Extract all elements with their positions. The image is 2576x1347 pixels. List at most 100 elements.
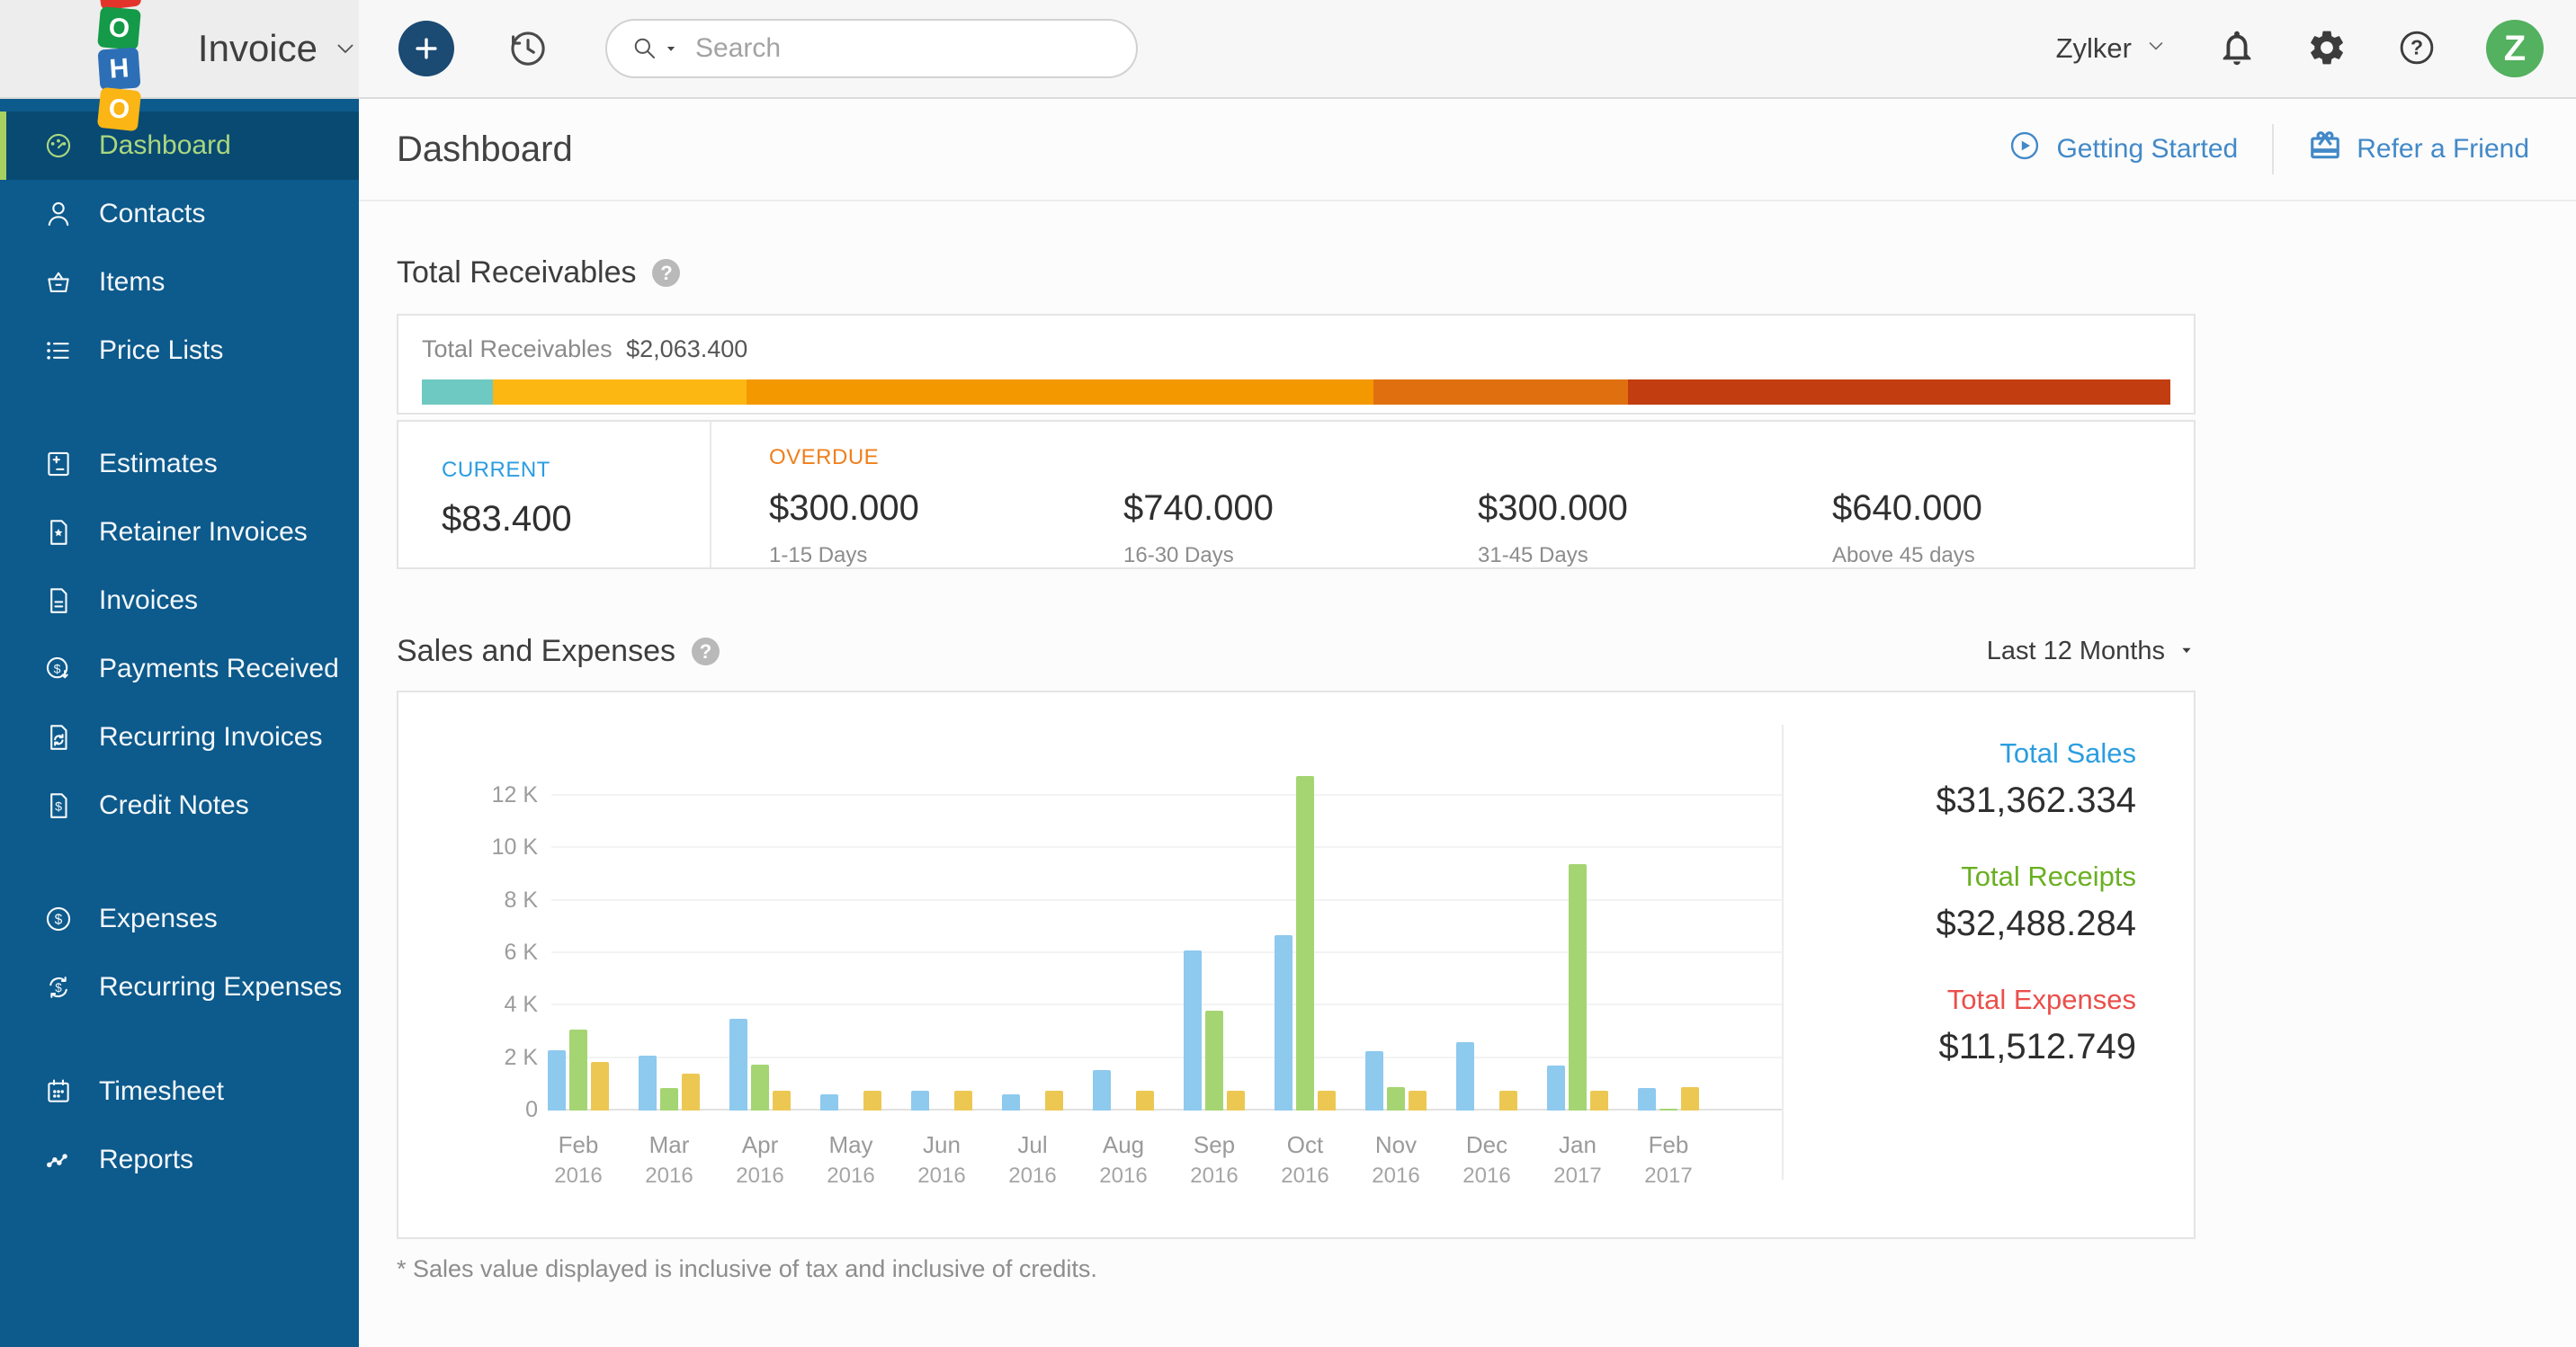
overdue-bucket: $300.0001-15 Days: [769, 488, 1123, 568]
sidebar-item-label: Reports: [99, 1145, 193, 1175]
quick-create-button[interactable]: [398, 21, 454, 76]
sidebar-item-payments-received[interactable]: $Payments Received: [0, 635, 359, 703]
expenses-bar: [682, 1074, 700, 1111]
recurring-expenses-icon: $: [43, 972, 74, 1003]
sales-bar: [1638, 1088, 1656, 1111]
y-axis-tick: 0: [407, 1097, 538, 1123]
current-label: CURRENT: [442, 458, 710, 483]
zoho-logo-tile: O: [97, 87, 141, 131]
sales-bar: [820, 1094, 838, 1111]
aging-segment-current: [422, 379, 493, 405]
expenses-bar: [1318, 1091, 1336, 1111]
sidebar-item-timesheet[interactable]: Timesheet: [0, 1057, 359, 1126]
aging-segment-overdue-31-45-days: [1373, 379, 1628, 405]
zoho-logo-tile: O: [97, 6, 141, 50]
total-label: Total Sales: [1740, 737, 2136, 770]
sidebar-item-retainer-invoices[interactable]: Retainer Invoices: [0, 498, 359, 566]
sales-bar: [548, 1050, 566, 1111]
caret-down-icon: [2178, 637, 2196, 666]
svg-text:$: $: [55, 981, 62, 995]
sidebar-item-expenses[interactable]: $Expenses: [0, 885, 359, 953]
overdue-buckets: $300.0001-15 Days$740.00016-30 Days$300.…: [769, 488, 2194, 568]
search-icon[interactable]: [631, 34, 659, 63]
sales-bar: [1365, 1051, 1383, 1111]
expenses-bar: [1409, 1091, 1427, 1111]
total-amount: $31,362.334: [1740, 781, 2136, 821]
zoho-logo-tile: H: [97, 47, 140, 90]
bar-group-jul-2016: [1002, 692, 1063, 1111]
bar-group-sep-2016: [1184, 692, 1245, 1111]
sidebar-item-invoices[interactable]: Invoices: [0, 566, 359, 635]
expenses-bar: [591, 1062, 609, 1111]
invoices-icon: [43, 585, 74, 616]
bar-group-aug-2016: [1093, 692, 1154, 1111]
sales-bar: [1456, 1042, 1474, 1111]
recent-history-button[interactable]: [505, 25, 550, 73]
bucket-range: 1-15 Days: [769, 543, 1123, 568]
total-amount: $11,512.749: [1740, 1027, 2136, 1067]
brand-area: ZOHO Invoice: [0, 0, 359, 99]
sidebar-group-gap: [0, 1021, 359, 1057]
avatar[interactable]: Z: [2486, 20, 2544, 77]
notifications-button[interactable]: [2216, 27, 2258, 71]
bar-group-jun-2016: [911, 692, 972, 1111]
expenses-bar: [773, 1091, 791, 1111]
bell-icon: [2216, 27, 2258, 71]
sidebar: Dashboard Contacts Items Price Lists Estimat…: [0, 99, 359, 1347]
chevron-down-icon[interactable]: [332, 35, 359, 62]
y-axis-tick: 2 K: [407, 1045, 538, 1071]
topbar-main: Zylker ? Z: [359, 0, 2576, 99]
help-icon[interactable]: ?: [692, 638, 720, 665]
total-label: Total Receipts: [1740, 861, 2136, 893]
sales-bar: [1547, 1066, 1565, 1111]
overdue-bucket: $300.00031-45 Days: [1478, 488, 1832, 568]
sidebar-group-gap: [0, 385, 359, 430]
play-icon: [2008, 129, 2042, 170]
help-icon[interactable]: ?: [652, 259, 680, 287]
sidebar-item-price-lists[interactable]: Price Lists: [0, 317, 359, 385]
sidebar-item-recurring-invoices[interactable]: Recurring Invoices: [0, 703, 359, 772]
bar-group-feb-2017: [1638, 692, 1699, 1111]
history-icon: [505, 59, 550, 73]
search-box[interactable]: [605, 19, 1138, 78]
overdue-receivables-block: OVERDUE $300.0001-15 Days$740.00016-30 D…: [711, 422, 2194, 567]
sidebar-item-credit-notes[interactable]: $Credit Notes: [0, 772, 359, 840]
period-dropdown[interactable]: Last 12 Months: [1987, 637, 2196, 666]
header-actions: Getting Started Refer a Friend: [2008, 124, 2529, 174]
receipts-bar: [1205, 1011, 1223, 1111]
help-button[interactable]: ?: [2396, 27, 2437, 71]
org-menu[interactable]: Zylker: [2056, 32, 2168, 65]
refer-a-friend-link[interactable]: Refer a Friend: [2308, 129, 2529, 170]
aging-segment-overdue-above-45-days: [1628, 379, 2170, 405]
bar-chart-plot: 02 K4 K6 K8 K10 K12 KFeb2016Mar2016Apr20…: [551, 692, 1782, 1111]
settings-button[interactable]: [2306, 27, 2348, 71]
plus-icon: [411, 33, 442, 64]
estimates-icon: [43, 449, 74, 479]
bar-group-mar-2016: [639, 692, 700, 1111]
expenses-bar: [1045, 1091, 1063, 1111]
sidebar-item-recurring-expenses[interactable]: $Recurring Expenses: [0, 953, 359, 1021]
sidebar-item-estimates[interactable]: Estimates: [0, 430, 359, 498]
getting-started-link[interactable]: Getting Started: [2008, 129, 2238, 170]
sidebar-item-reports[interactable]: Reports: [0, 1126, 359, 1194]
bucket-amount: $740.000: [1123, 488, 1478, 529]
actions-divider: [2272, 124, 2274, 174]
sidebar-item-items[interactable]: Items: [0, 248, 359, 317]
expenses-bar: [1681, 1087, 1699, 1111]
sales-bar: [1184, 950, 1202, 1111]
svg-text:?: ?: [2411, 35, 2423, 58]
sidebar-item-contacts[interactable]: Contacts: [0, 180, 359, 248]
receipts-bar: [1387, 1087, 1405, 1111]
search-input[interactable]: [695, 33, 1113, 64]
contacts-icon: [43, 199, 74, 229]
product-name: Invoice: [198, 27, 318, 70]
svg-text:$: $: [55, 800, 62, 815]
receipts-bar: [660, 1088, 678, 1111]
bar-group-feb-2016: [548, 692, 609, 1111]
overdue-label: OVERDUE: [769, 445, 2194, 470]
expenses-bar: [1499, 1091, 1517, 1111]
receipts-bar: [1296, 776, 1314, 1111]
sidebar-item-label: Items: [99, 267, 165, 298]
sidebar-item-label: Dashboard: [99, 130, 231, 161]
search-scope-caret-icon[interactable]: [663, 40, 679, 57]
